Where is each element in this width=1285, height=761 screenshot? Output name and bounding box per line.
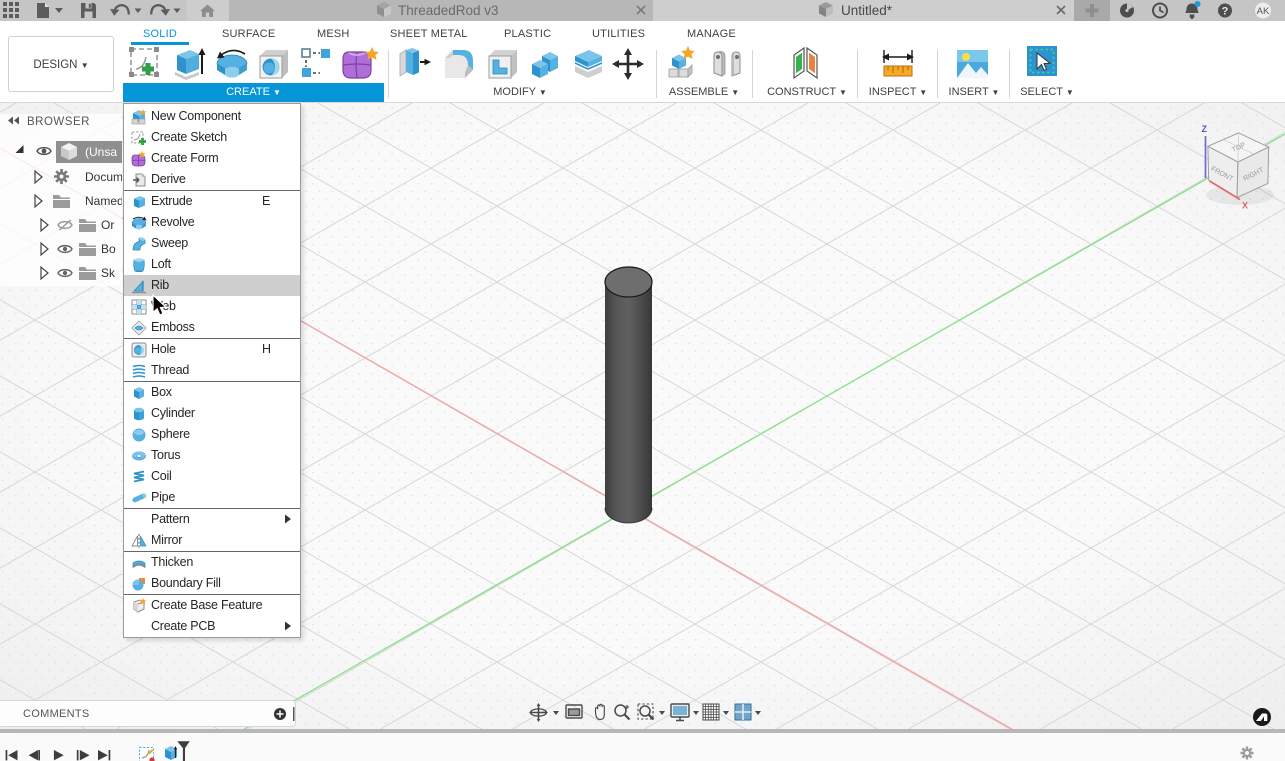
svg-text:?: ? [1222,6,1229,18]
svg-text:Sk: Sk [101,266,116,280]
svg-text:Z: Z [1202,124,1208,134]
svg-text:X: X [1242,201,1248,211]
svg-text:Bo: Bo [101,242,116,256]
svg-text:Untitled*: Untitled* [841,3,893,18]
svg-text:Named: Named [85,194,122,208]
svg-text:AK: AK [1257,6,1270,17]
svg-text:Or: Or [101,218,114,232]
svg-text:Docum: Docum [85,170,122,184]
svg-text:BROWSER: BROWSER [27,116,90,128]
svg-text:ThreadedRod v3: ThreadedRod v3 [398,3,499,18]
svg-text:(Unsa: (Unsa [85,145,117,159]
